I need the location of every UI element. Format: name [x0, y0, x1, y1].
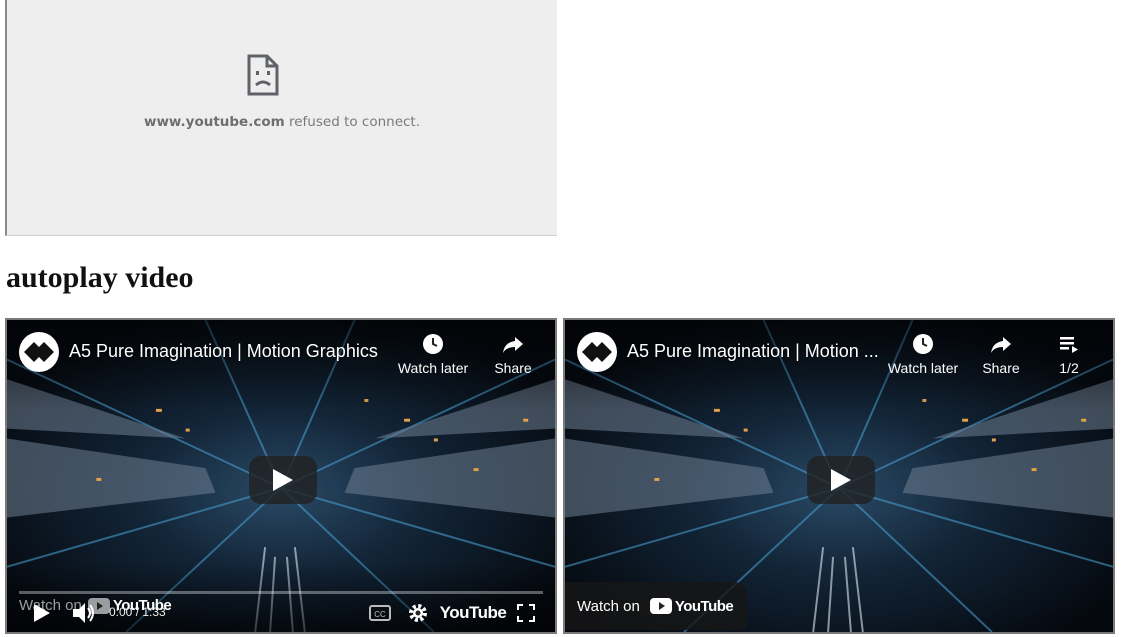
page: www.youtube.com refused to connect. auto…	[0, 0, 1123, 637]
cc-icon: CC	[369, 605, 391, 621]
watch-later-label: Watch later	[397, 360, 469, 376]
svg-text:CC: CC	[374, 610, 386, 619]
play-icon	[273, 469, 293, 491]
playlist-icon	[1060, 337, 1078, 353]
error-domain: www.youtube.com	[143, 114, 285, 130]
fullscreen-button[interactable]	[511, 594, 541, 632]
watch-later-label: Watch later	[887, 360, 959, 376]
embed-error-frame: www.youtube.com refused to connect.	[5, 0, 557, 236]
playlist-position: 1/2	[1059, 360, 1079, 376]
sad-document-icon	[247, 54, 279, 96]
play-icon	[34, 604, 50, 622]
clock-icon	[913, 334, 933, 354]
large-play-button[interactable]	[807, 456, 875, 504]
video-title[interactable]: A5 Pure Imagination | Motion ...	[627, 340, 879, 362]
time-display: 0:00 / 1:33	[109, 605, 166, 619]
share-arrow-icon	[503, 337, 523, 353]
watch-later-button[interactable]: Watch later	[393, 332, 473, 376]
section-heading: autoplay video	[6, 261, 194, 294]
share-label: Share	[494, 360, 532, 376]
youtube-logo-icon: YouTube	[439, 603, 507, 622]
video-title[interactable]: A5 Pure Imagination | Motion Graphics	[69, 340, 378, 362]
captions-button[interactable]: CC	[365, 594, 395, 632]
watch-later-button[interactable]: Watch later	[883, 332, 963, 376]
mute-button[interactable]	[69, 594, 99, 632]
video-player-1[interactable]: A5 Pure Imagination | Motion Graphics Wa…	[5, 318, 557, 634]
channel-logo-icon	[582, 342, 612, 362]
watch-on-label: Watch on	[577, 597, 640, 615]
volume-icon	[73, 603, 94, 623]
youtube-watch-button[interactable]: YouTube	[440, 594, 507, 632]
fullscreen-icon	[517, 604, 535, 622]
gear-icon	[409, 604, 427, 622]
channel-logo-icon	[24, 342, 54, 362]
video-player-2[interactable]: A5 Pure Imagination | Motion ... Watch l…	[563, 318, 1115, 634]
error-message: www.youtube.com refused to connect.	[7, 114, 557, 130]
share-arrow-icon	[991, 337, 1011, 353]
share-button[interactable]: Share	[473, 332, 553, 376]
settings-button[interactable]	[403, 594, 433, 632]
player-controls: 0:00 / 1:33 CC YouTube	[7, 594, 555, 632]
channel-avatar[interactable]	[19, 332, 59, 372]
playlist-button[interactable]: 1/2	[1029, 332, 1109, 376]
error-text: refused to connect.	[289, 114, 421, 130]
watch-on-youtube-button[interactable]: Watch on YouTube	[565, 582, 748, 630]
clock-icon	[423, 334, 443, 354]
play-icon	[831, 469, 851, 491]
channel-avatar[interactable]	[577, 332, 617, 372]
large-play-button[interactable]	[249, 456, 317, 504]
youtube-logo-icon: YouTube	[649, 598, 734, 615]
play-button[interactable]	[27, 594, 57, 632]
